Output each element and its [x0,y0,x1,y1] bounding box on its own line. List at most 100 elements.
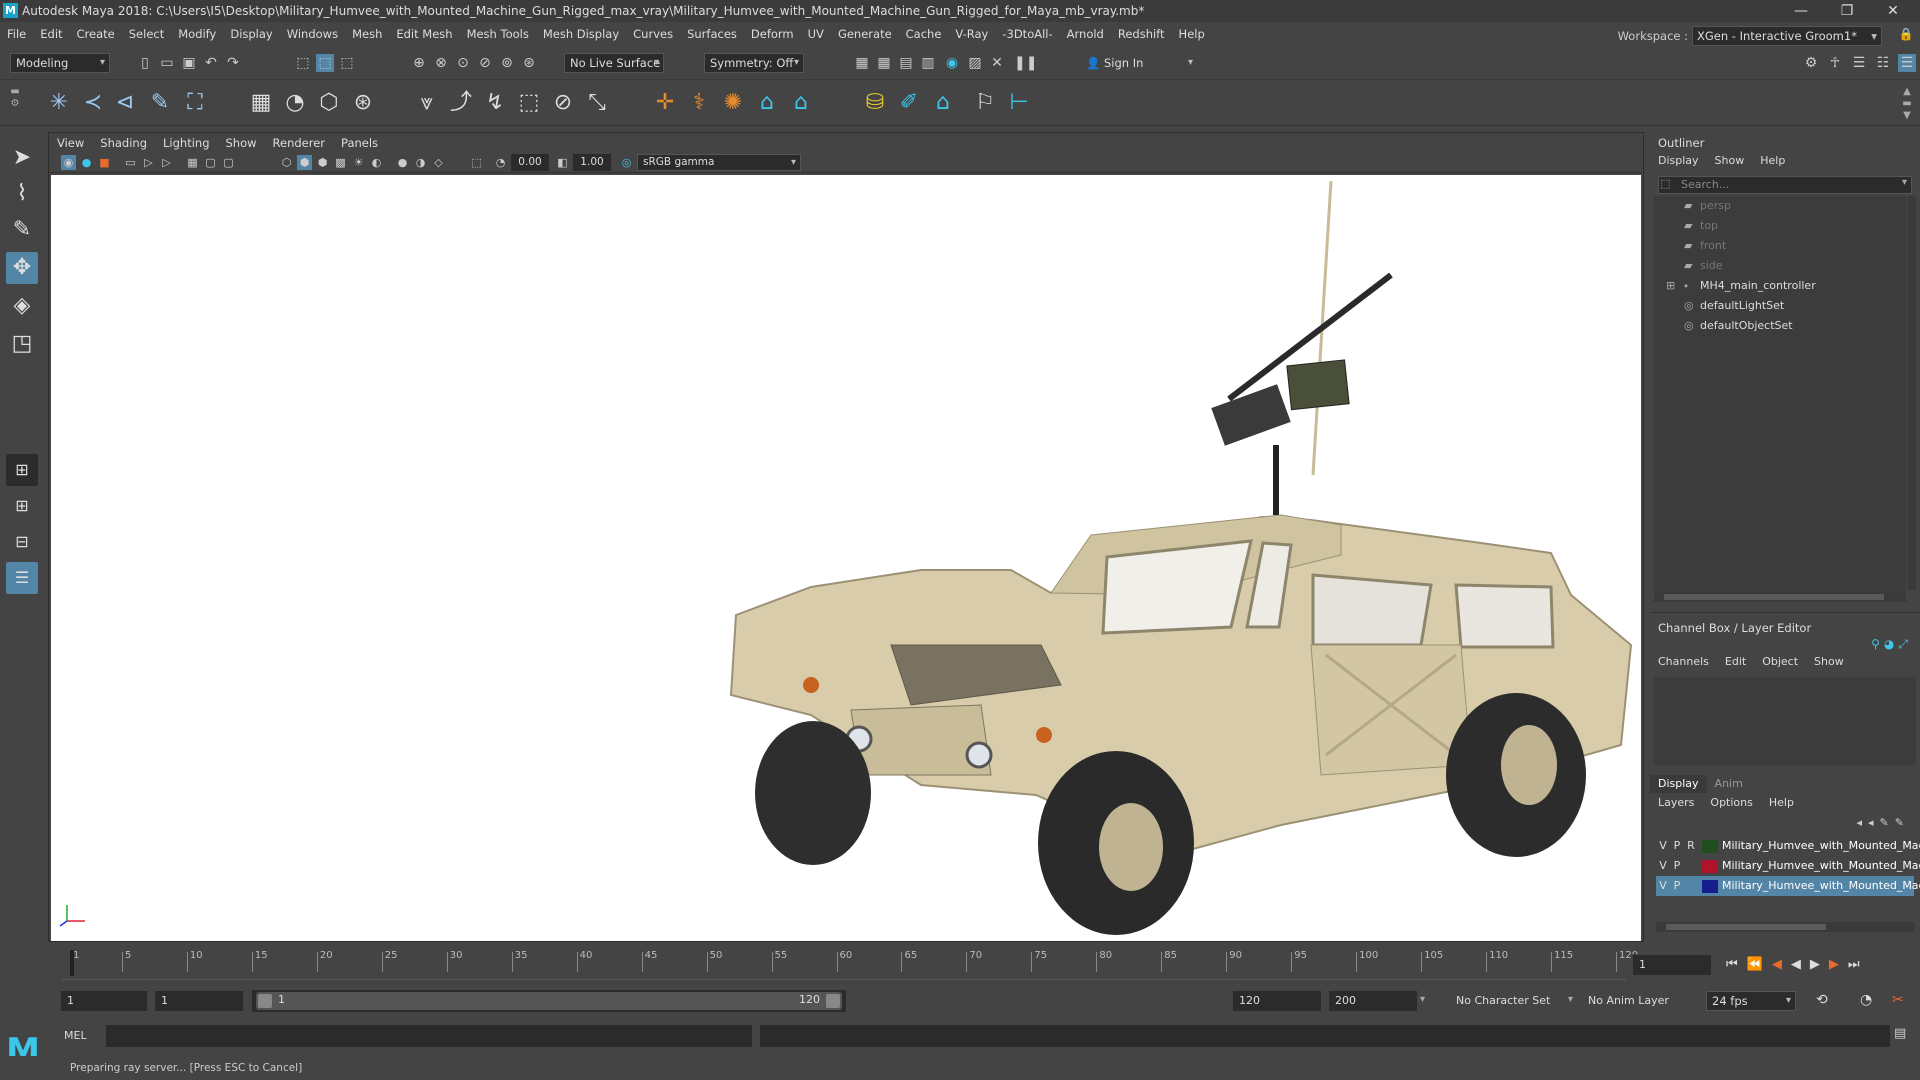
xgen-sculpt-icon[interactable]: ✎ [145,88,175,118]
maximize-button[interactable]: ❐ [1824,0,1870,22]
xgen-cut-icon[interactable]: ⬚ [514,88,544,118]
gamma-field[interactable]: 1.00 [573,154,611,171]
viewport-canvas[interactable] [51,175,1641,941]
four-view-layout-icon[interactable]: ⊞ [6,490,38,522]
render-sequence-icon[interactable]: ▦ [875,54,893,72]
panel-menu-show[interactable]: Show [218,133,265,153]
layer-visibility-toggle[interactable]: V [1656,836,1670,856]
xgen-cache-icon[interactable]: ⛁ [860,88,890,118]
character-set-field[interactable]: No Character Set [1456,992,1550,1010]
menu-mesh-tools[interactable]: Mesh Tools [460,22,536,46]
select-camera-icon[interactable]: ◉ [61,155,76,170]
use-lights-icon[interactable]: ☀ [351,155,366,170]
chevron-down-icon[interactable]: ▾ [1902,177,1907,188]
menu-redshift[interactable]: Redshift [1111,22,1172,46]
close-button[interactable]: ✕ [1870,0,1916,22]
gamma-icon[interactable]: ◧ [555,155,570,170]
menu-edit-mesh[interactable]: Edit Mesh [389,22,459,46]
xgen-modify-icon[interactable]: ≺ [78,88,108,118]
layer-name[interactable]: Military_Humvee_with_Mounted_Mach [1722,859,1920,872]
smooth-shade-icon[interactable]: ⬢ [297,155,312,170]
loop-icon[interactable]: ⟲ [1816,992,1828,1008]
menu-surfaces[interactable]: Surfaces [680,22,744,46]
ipr-render-icon[interactable]: ▤ [897,54,915,72]
lasso-tool-icon[interactable]: ⌇ [6,178,38,210]
xray-joints-icon[interactable]: ◑ [413,155,428,170]
open-scene-icon[interactable]: ▭ [158,54,176,72]
grid-toggle-icon[interactable]: ▦ [185,155,200,170]
exposure-icon[interactable]: ◔ [493,155,508,170]
symmetry-select[interactable]: Symmetry: Off [704,53,804,73]
menu-curves[interactable]: Curves [626,22,680,46]
outliner-menu-show[interactable]: Show [1707,152,1753,170]
tool-settings-icon[interactable]: ☷ [1874,54,1892,72]
go-to-end-icon[interactable]: ⏭ [1848,957,1869,972]
xgen-comb-icon[interactable]: ⩔ [412,88,442,118]
play-forward-icon[interactable]: ▶ [1810,957,1829,972]
persp-outliner-layout-icon[interactable]: ⊟ [6,526,38,558]
current-frame-field[interactable]: 1 [1632,954,1712,976]
render-settings-icon[interactable]: ▥ [919,54,937,72]
xgen-export-icon[interactable]: ✐ [894,88,924,118]
wireframe-on-shaded-icon[interactable]: ⬢ [315,155,330,170]
layer-playback-toggle[interactable]: P [1670,856,1684,876]
channel-box-menu-edit[interactable]: Edit [1717,653,1754,671]
menu-create[interactable]: Create [70,22,122,46]
layer-visibility-toggle[interactable]: V [1656,856,1670,876]
snap-curve-icon[interactable]: ⊗ [432,54,450,72]
fps-select[interactable]: 24 fps [1706,991,1796,1011]
step-forward-frame-icon[interactable]: ▶ [1829,957,1848,972]
menu-select[interactable]: Select [122,22,171,46]
channel-box-menu-object[interactable]: Object [1754,653,1806,671]
snap-surface-icon[interactable]: ⊚ [498,54,516,72]
menu-file[interactable]: File [0,22,33,46]
modeling-toolkit-icon[interactable]: ⚙ [1802,54,1820,72]
menu-help[interactable]: Help [1172,22,1212,46]
layer-menu-help[interactable]: Help [1761,794,1802,812]
layer-row[interactable]: V P Military_Humvee_with_Mounted_Mac [1656,876,1920,896]
layer-color-swatch[interactable] [1702,859,1718,873]
snap-center-icon[interactable]: ⊛ [520,54,538,72]
outliner-item-top[interactable]: ▰ top [1684,216,1718,236]
shadows-icon[interactable]: ◐ [369,155,384,170]
hypershade-icon[interactable]: ◉ [943,54,961,72]
layer-tab-anim[interactable]: Anim [1707,775,1751,793]
outliner-hscrollbar[interactable] [1654,592,1906,602]
film-gate-icon[interactable]: ▢ [203,155,218,170]
chevron-down-icon[interactable]: ▾ [1420,994,1425,1005]
exposure-field[interactable]: 0.00 [511,154,549,171]
snap-point-icon[interactable]: ⊙ [454,54,472,72]
minimize-button[interactable]: — [1778,0,1824,22]
undo-icon[interactable]: ↶ [202,54,220,72]
menu-edit[interactable]: Edit [33,22,69,46]
character-controls-icon[interactable]: ☥ [1826,54,1844,72]
xgen-guide-icon[interactable]: ✳ [44,88,74,118]
outliner-item-defaultlightset[interactable]: ◎ defaultLightSet [1684,296,1784,316]
step-back-key-icon[interactable]: ⏪ [1747,957,1772,972]
paint-select-tool-icon[interactable]: ✎ [6,214,38,246]
save-scene-icon[interactable]: ▣ [180,54,198,72]
search-options-icon[interactable]: ⬚ [1660,177,1670,190]
outliner-item-side[interactable]: ▰ side [1684,256,1723,276]
channel-box-toggle-icon[interactable]: ☰ [1898,54,1916,72]
menu-modify[interactable]: Modify [171,22,223,46]
pause-icon[interactable]: ❚❚ [1014,54,1037,72]
isolate-select-icon[interactable]: ⬚ [469,155,484,170]
menu-generate[interactable]: Generate [831,22,899,46]
snap-grid-icon[interactable]: ⊕ [410,54,428,72]
expand-icon[interactable]: ⊞ [1666,276,1675,296]
grease-pencil-icon[interactable]: ▷ [159,155,174,170]
add-modifier-icon[interactable]: ✛ [650,88,680,118]
outliner-menu-display[interactable]: Display [1650,152,1707,170]
shelf-scroll-icon[interactable]: ▲ ▬ ▼ [1900,86,1914,122]
playback-end-field[interactable]: 120 [1232,990,1322,1012]
layer-visibility-toggle[interactable]: V [1656,876,1670,896]
select-object-icon[interactable]: ⬚ [316,54,334,72]
menu-mesh[interactable]: Mesh [345,22,389,46]
bookmark-icon[interactable]: ■ [97,155,112,170]
xgen-grid-icon[interactable]: ⬡ [314,88,344,118]
xgen-preview-icon[interactable]: ⌂ [752,88,782,118]
single-perspective-layout-icon[interactable]: ⊞ [6,454,38,486]
new-scene-icon[interactable]: ▯ [136,54,154,72]
xgen-curl-icon[interactable]: ↯ [480,88,510,118]
